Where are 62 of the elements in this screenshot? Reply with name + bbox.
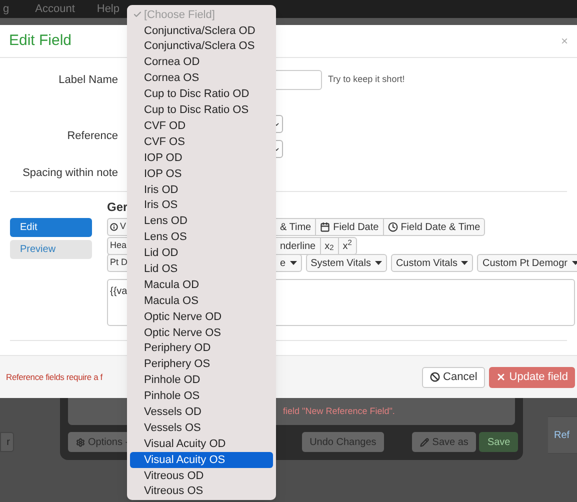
menu-item[interactable]: Lid OD [130, 245, 273, 262]
menu-item[interactable]: Lens OS [130, 229, 273, 246]
menu-item[interactable]: Iris OD [130, 182, 273, 198]
menu-item[interactable]: CVF OS [130, 134, 273, 150]
page-message: field "New Reference Field". [283, 404, 395, 418]
menu-item[interactable]: Cornea OD [130, 54, 273, 71]
side-item: Ref [554, 428, 570, 442]
menu-item[interactable]: IOP OS [130, 166, 273, 182]
menu-item[interactable]: Cup to Disc Ratio OS [130, 102, 273, 118]
nav-item[interactable]: g [3, 0, 10, 18]
side-tab[interactable]: Edit [10, 218, 92, 237]
calendar-icon [320, 222, 330, 232]
toolbar-button[interactable]: e [276, 254, 302, 272]
ban-icon [430, 372, 440, 382]
close-icon [496, 372, 506, 382]
menu-item[interactable]: Lid OS [130, 261, 273, 278]
toolbar-button[interactable]: nderline [276, 237, 321, 255]
menu-item[interactable]: Optic Nerve OD [130, 308, 273, 325]
menu-item[interactable]: CVF OD [130, 118, 273, 134]
cancel-button[interactable]: Cancel [422, 366, 486, 388]
toolbar-button[interactable]: Custom Vitals [390, 254, 474, 272]
toolbar-button[interactable]: Custom Pt Demogr [477, 254, 577, 272]
field-label: Reference [66, 129, 118, 144]
menu-item[interactable]: Pinhole OS [130, 388, 273, 404]
check-icon [132, 10, 142, 20]
page-button[interactable]: Save [479, 432, 518, 452]
error-message: Reference fields require a f [6, 370, 102, 384]
menu-item[interactable]: Vitreous OS [130, 484, 273, 500]
menu-item[interactable]: Iris OS [130, 198, 273, 214]
modal-title: Edit Field [9, 30, 72, 51]
menu-item[interactable]: Optic Nerve OS [130, 324, 273, 341]
menu-item[interactable]: Periphery OD [130, 340, 273, 357]
menu-item[interactable]: Conjunctiva/Sclera OD [130, 22, 273, 39]
gear-icon [76, 438, 85, 446]
menu-item[interactable]: Visual Acuity OS [130, 452, 273, 468]
nav-item[interactable]: Help [96, 0, 120, 18]
menu-item[interactable]: IOP OD [130, 150, 273, 166]
menu-item[interactable]: Macula OS [130, 293, 273, 309]
menu-item[interactable]: Pinhole OD [130, 372, 273, 388]
hint-text: Try to keep it short! [328, 73, 405, 86]
field-label: Spacing within note [22, 166, 118, 181]
toolbar-button[interactable]: V [107, 218, 127, 236]
section-title: Ger [107, 198, 128, 216]
menu-item[interactable]: Macula OD [130, 277, 273, 294]
info-icon [110, 223, 118, 231]
menu-item[interactable]: Cornea OS [130, 70, 273, 86]
menu-item[interactable]: Vitreous OD [130, 468, 273, 484]
toolbar-button[interactable]: Pt D [107, 254, 127, 272]
menu-item[interactable]: Vessels OD [130, 404, 273, 420]
toolbar-button[interactable]: & Time [276, 218, 316, 236]
menu-item[interactable]: Conjunctiva/Sclera OS [130, 38, 273, 55]
field-label: Label Name [58, 72, 118, 88]
nav-item[interactable]: Account [35, 0, 75, 18]
pencil-icon [420, 438, 430, 446]
menu-item[interactable]: Periphery OS [130, 356, 273, 372]
toolbar-button[interactable]: System Vitals [306, 254, 387, 272]
toolbar-button[interactable]: Hea [107, 237, 127, 255]
menu-item[interactable]: Lens OD [130, 214, 273, 230]
clock-icon [388, 222, 398, 232]
menu-item[interactable]: Cup to Disc Ratio OD [130, 86, 273, 102]
toolbar-button[interactable]: Field Date & Time [384, 218, 486, 236]
toolbar-button[interactable]: Field Date [316, 218, 384, 236]
